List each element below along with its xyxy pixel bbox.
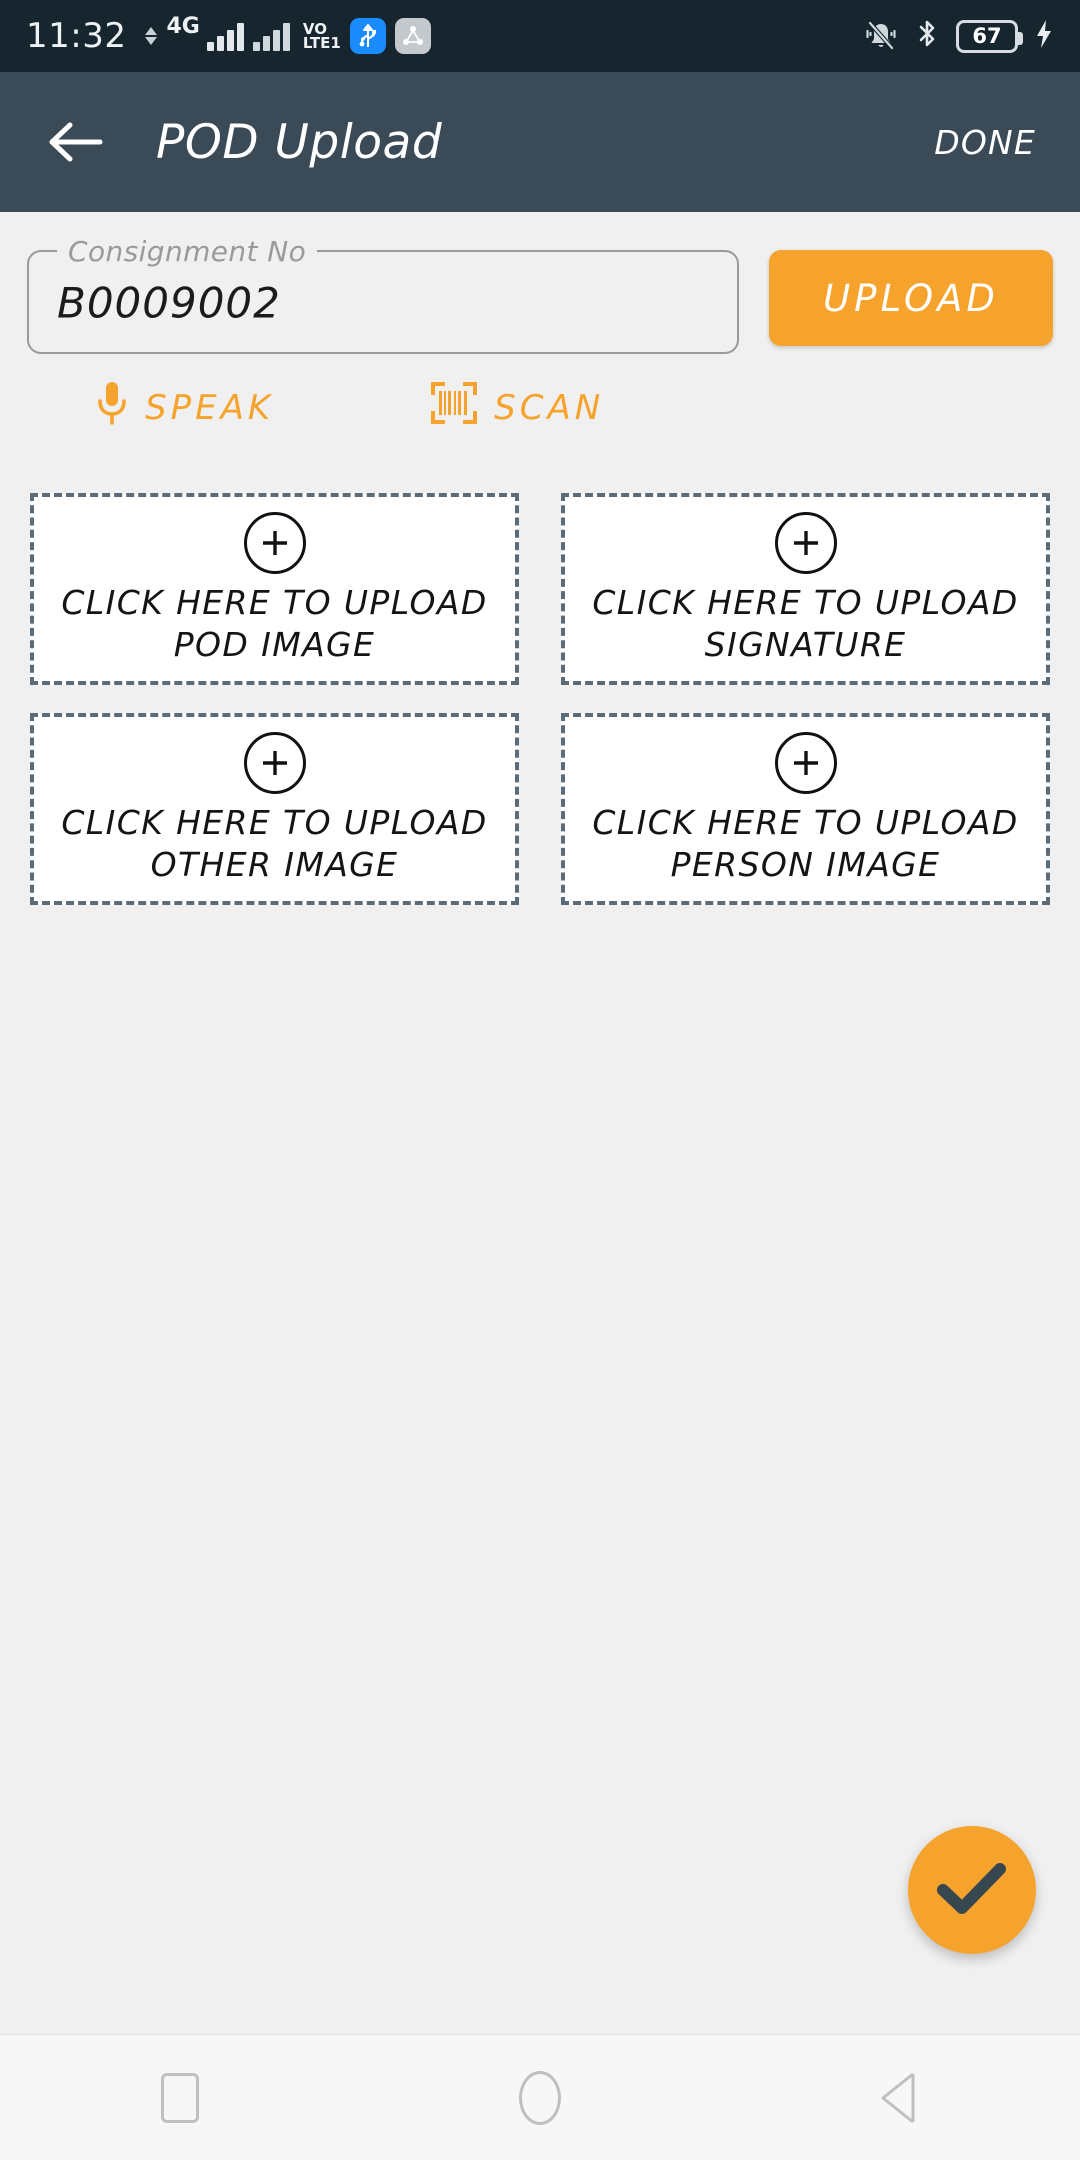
triangle-back-icon[interactable] [840, 2053, 960, 2143]
consignment-label: Consignment No [57, 235, 318, 268]
cast-share-icon [394, 18, 431, 54]
tile-line-2: SIGNATURE [704, 625, 907, 664]
ringer-silent-icon [864, 19, 898, 53]
plus-icon [774, 732, 837, 794]
scan-action[interactable]: SCAN [430, 380, 604, 435]
scan-label: SCAN [494, 387, 605, 428]
tile-line-1: CLICK HERE TO UPLOAD [592, 803, 1019, 842]
upload-tile-signature[interactable]: CLICK HERE TO UPLOAD SIGNATURE [561, 493, 1050, 685]
tile-line-1: CLICK HERE TO UPLOAD [592, 583, 1019, 622]
tile-line-1: CLICK HERE TO UPLOAD [61, 803, 488, 842]
network-generation-label: 4G [166, 14, 200, 39]
check-icon [937, 1860, 1007, 1921]
tile-line-2: OTHER IMAGE [150, 845, 399, 884]
phone-screen: 11:32 4G VO LTE1 67 POD Upload DONE Cons… [0, 0, 1080, 2160]
data-updown-icon [145, 27, 158, 45]
consignment-row: Consignment No UPLOAD [0, 212, 1080, 354]
consignment-field[interactable]: Consignment No [27, 235, 739, 354]
volte-indicator: VO LTE1 [302, 22, 341, 52]
status-bar-right: 67 [864, 17, 1054, 56]
upload-tile-label: CLICK HERE TO UPLOAD SIGNATURE [592, 582, 1018, 666]
status-clock: 11:32 [26, 16, 127, 56]
confirm-fab-button[interactable] [908, 1826, 1036, 1954]
square-recents-icon[interactable] [120, 2053, 240, 2143]
bluetooth-icon [914, 17, 940, 56]
volte-sim-index: 1 [330, 34, 341, 52]
upload-tile-label: CLICK HERE TO UPLOAD POD IMAGE [61, 582, 487, 666]
signal-bars-secondary-icon [252, 21, 290, 51]
page-title: POD Upload [156, 114, 443, 170]
battery-icon: 67 [956, 19, 1023, 53]
plus-icon [243, 732, 306, 794]
tile-line-2: PERSON IMAGE [670, 845, 941, 884]
plus-icon [243, 512, 306, 574]
upload-tile-label: CLICK HERE TO UPLOAD OTHER IMAGE [61, 802, 487, 886]
app-bar: POD Upload DONE [0, 72, 1080, 212]
upload-tile-label: CLICK HERE TO UPLOAD PERSON IMAGE [592, 802, 1018, 886]
signal-bars-icon [206, 21, 244, 51]
system-nav-bar [0, 2034, 1080, 2160]
upload-tiles-grid: CLICK HERE TO UPLOAD POD IMAGE CLICK HER… [0, 435, 1080, 905]
upload-tile-pod-image[interactable]: CLICK HERE TO UPLOAD POD IMAGE [30, 493, 519, 685]
arrow-left-icon[interactable] [44, 111, 106, 173]
input-helper-actions: SPEAK SCAN [0, 354, 1080, 435]
tile-line-1: CLICK HERE TO UPLOAD [61, 583, 488, 622]
plus-icon [774, 512, 837, 574]
microphone-icon [95, 380, 129, 435]
battery-percent-label: 67 [972, 24, 1002, 48]
usb-icon [349, 18, 386, 54]
status-bar-left: 11:32 4G VO LTE1 [26, 16, 431, 56]
main-content: Consignment No UPLOAD SPEAK [0, 212, 1080, 2034]
upload-tile-person-image[interactable]: CLICK HERE TO UPLOAD PERSON IMAGE [561, 713, 1050, 905]
done-button[interactable]: DONE [934, 123, 1036, 162]
speak-action[interactable]: SPEAK [95, 380, 274, 435]
volte-line-2: LTE [302, 34, 331, 52]
charging-bolt-icon [1034, 19, 1054, 54]
tile-line-2: POD IMAGE [173, 625, 376, 664]
upload-button[interactable]: UPLOAD [769, 250, 1053, 346]
status-bar: 11:32 4G VO LTE1 67 [0, 0, 1080, 72]
upload-tile-other-image[interactable]: CLICK HERE TO UPLOAD OTHER IMAGE [30, 713, 519, 905]
barcode-scan-icon [430, 380, 478, 435]
circle-home-icon[interactable] [480, 2053, 600, 2143]
speak-label: SPEAK [145, 387, 275, 428]
consignment-input[interactable] [57, 278, 624, 328]
